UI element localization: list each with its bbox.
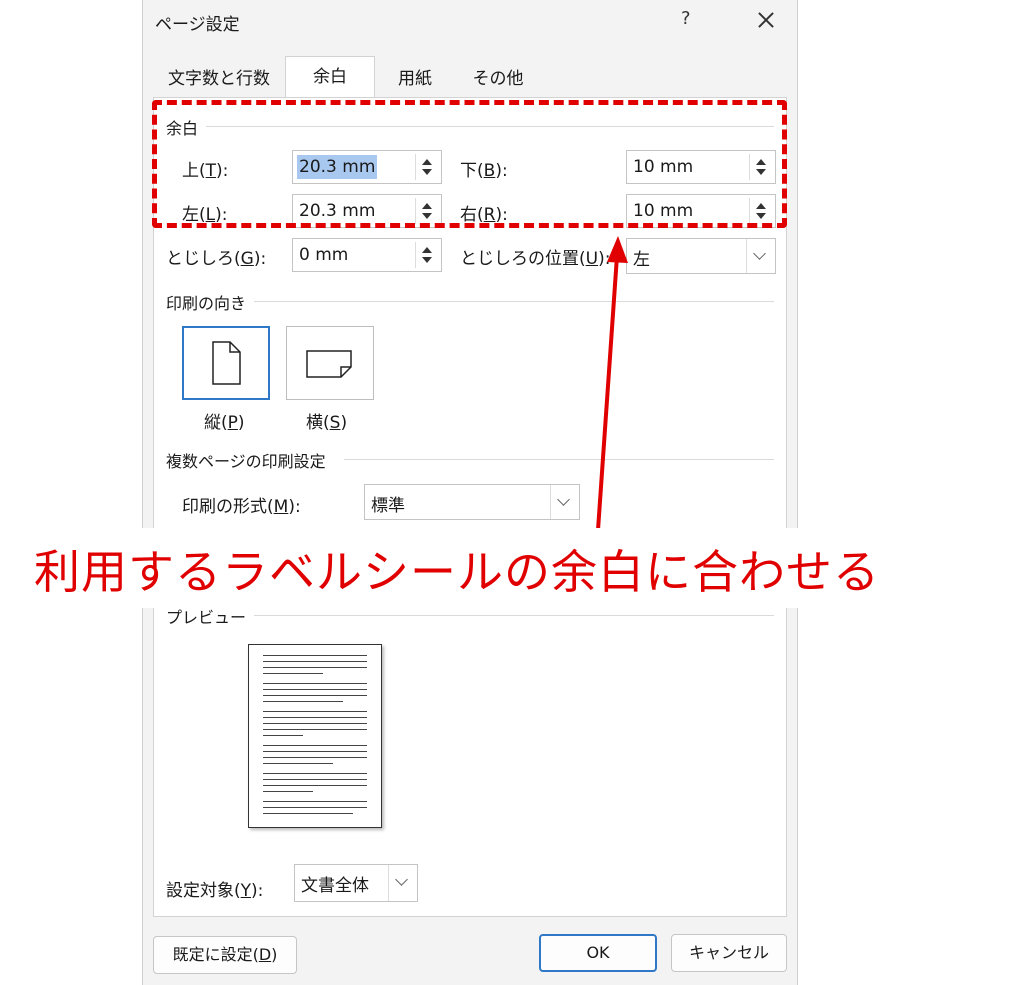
annotation-arrow — [596, 236, 628, 531]
annotation-text: 利用するラベルシールの余白に合わせる — [34, 545, 880, 599]
